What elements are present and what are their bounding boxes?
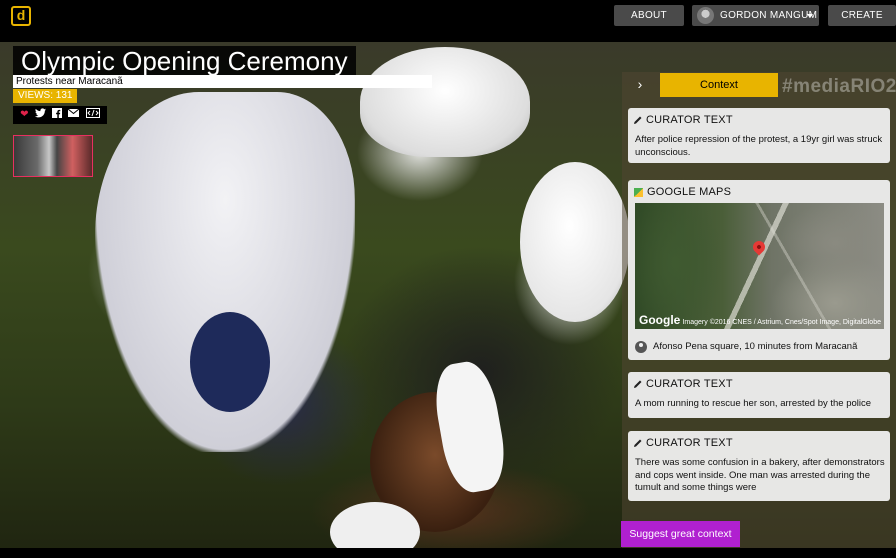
google-maps-card: GOOGLE MAPS Google Imagery ©2016 CNES / … [628, 180, 890, 360]
video-scene-sleeve [190, 312, 270, 412]
pencil-icon [634, 439, 642, 447]
pencil-icon [634, 380, 642, 388]
card-body: There was some confusion in a bakery, af… [635, 457, 885, 493]
video-subtitle: Protests near Maracanã [13, 75, 432, 88]
video-scene-helmet [520, 162, 630, 322]
hashtag-watermark: #mediaRIO2016 [782, 76, 896, 97]
google-maps-icon [634, 187, 643, 197]
curator-text-card: CURATOR TEXT After police repression of … [628, 108, 890, 163]
page: d ABOUT GORDON MANGUM CREATE Olympic Ope… [0, 0, 896, 558]
card-header-label: CURATOR TEXT [646, 437, 733, 449]
top-navbar: d ABOUT GORDON MANGUM CREATE [0, 0, 896, 42]
context-panel: › Context #mediaRIO2016 CURATOR TEXT Aft… [622, 72, 896, 558]
map-attribution: Imagery ©2016 CNES / Astrium, Cnes/Spot … [682, 319, 881, 326]
card-header-label: CURATOR TEXT [646, 114, 733, 126]
card-header-label: CURATOR TEXT [646, 378, 733, 390]
card-header: CURATOR TEXT [634, 436, 733, 450]
card-header: CURATOR TEXT [634, 377, 733, 391]
map-view[interactable]: Google Imagery ©2016 CNES / Astrium, Cne… [635, 203, 884, 329]
video-scene-helmet [360, 47, 530, 157]
location-text: Afonso Pena square, 10 minutes from Mara… [653, 341, 858, 352]
embed-icon[interactable] [85, 108, 100, 122]
logo[interactable]: d [11, 6, 31, 26]
card-header: CURATOR TEXT [634, 113, 733, 127]
chevron-down-icon [807, 14, 813, 18]
facebook-icon[interactable] [52, 108, 63, 122]
tab-context[interactable]: Context [660, 73, 778, 97]
video-title: Olympic Opening Ceremony [13, 46, 356, 76]
panel-header: › Context #mediaRIO2016 [622, 72, 896, 97]
user-name: GORDON MANGUM [720, 10, 818, 21]
curator-text-card: CURATOR TEXT There was some confusion in… [628, 431, 890, 501]
card-header-label: GOOGLE MAPS [647, 186, 732, 198]
heart-icon[interactable]: ❤ [20, 109, 28, 121]
avatar [697, 7, 714, 24]
video-thumbnail[interactable] [13, 135, 93, 177]
about-button[interactable]: ABOUT [614, 5, 684, 26]
card-body: After police repression of the protest, … [635, 134, 883, 158]
views-badge: VIEWS: 131 [13, 89, 78, 103]
mail-icon[interactable] [68, 108, 80, 121]
share-bar: ❤ [13, 106, 107, 124]
card-header: GOOGLE MAPS [634, 185, 731, 199]
location-row: Afonso Pena square, 10 minutes from Mara… [635, 340, 857, 354]
twitter-icon[interactable] [34, 108, 46, 122]
card-body: A mom running to rescue her son, arreste… [635, 398, 872, 409]
user-menu-button[interactable]: GORDON MANGUM [692, 5, 819, 26]
collapse-arrow-icon[interactable]: › [625, 74, 655, 94]
curator-text-card: CURATOR TEXT A mom running to rescue her… [628, 372, 890, 418]
suggest-context-button[interactable]: Suggest great context [621, 521, 740, 547]
google-logo: Google [639, 313, 681, 327]
bottom-bar [0, 548, 896, 558]
map-pin-icon [750, 238, 768, 256]
pencil-icon [634, 116, 642, 124]
person-icon [635, 341, 647, 353]
create-button[interactable]: CREATE [828, 5, 896, 26]
